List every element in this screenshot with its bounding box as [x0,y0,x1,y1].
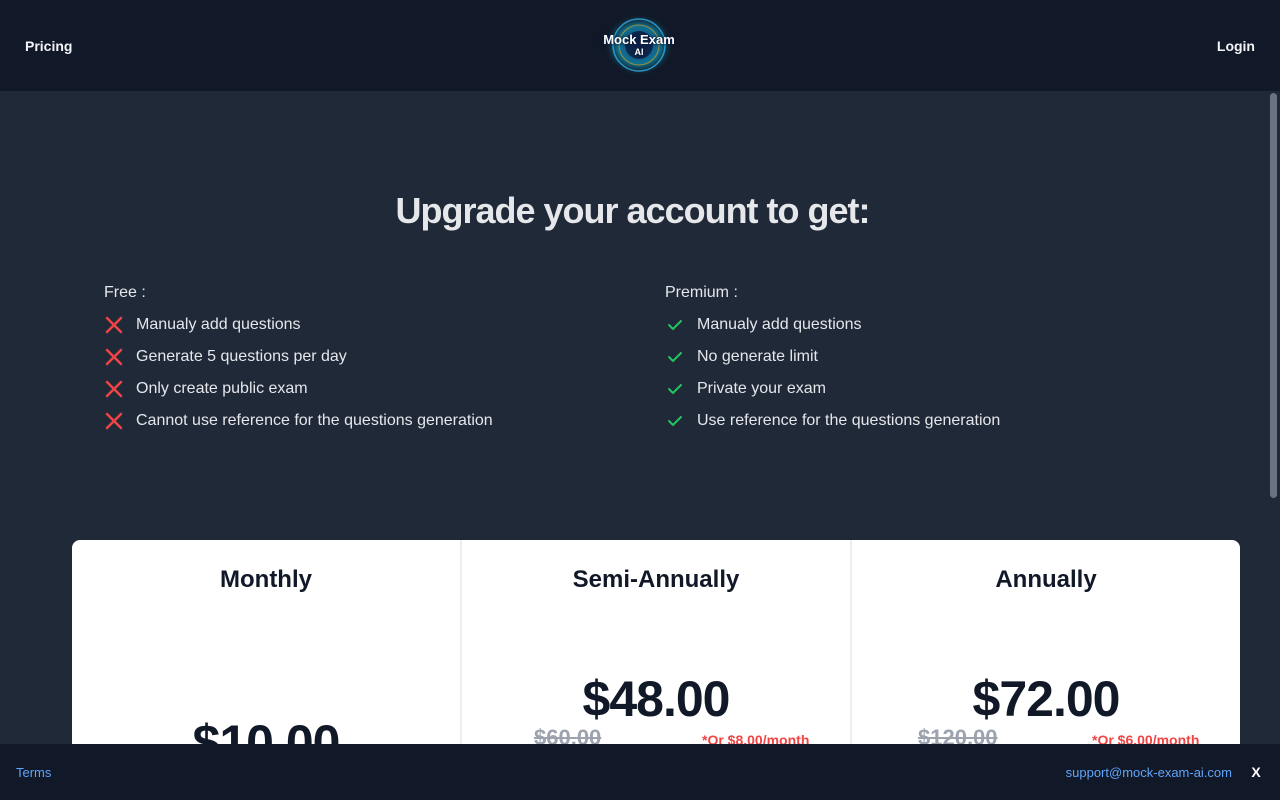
check-icon [668,320,682,330]
cross-icon [105,348,123,366]
free-heading: Free : [104,284,146,301]
support-email-link[interactable]: support@mock-exam-ai.com [1066,765,1232,780]
plan-price: $48.00 [582,671,731,727]
scrollbar-thumb[interactable] [1270,93,1277,498]
feature-label: Cannot use reference for the questions g… [136,412,493,429]
feature-label: Manualy add questions [136,316,301,333]
list-item: Manualy add questions [104,309,493,341]
logo-title: Mock Exam [603,32,675,47]
premium-features-list: Premium : Manualy add questions No gener… [665,283,1000,437]
feature-label: No generate limit [697,348,818,365]
page-title: Upgrade your account to get: [395,190,870,231]
premium-heading: Premium : [665,284,738,301]
logo-subtitle: AI [634,47,644,57]
mock-exam-ai-logo[interactable]: Mock Exam AI [600,12,678,78]
close-footer-button[interactable]: X [1248,764,1264,780]
list-item: Private your exam [665,373,1000,405]
cross-icon [105,412,123,430]
check-icon [668,352,682,362]
check-icon [668,416,682,426]
check-icon [668,384,682,394]
login-link[interactable]: Login [1217,38,1255,54]
pricing-link[interactable]: Pricing [25,38,72,54]
free-features-list: Free : Manualy add questions Generate 5 … [104,283,493,437]
cross-icon [105,316,123,334]
feature-label: Generate 5 questions per day [136,348,347,365]
terms-link[interactable]: Terms [16,765,51,780]
feature-label: Only create public exam [136,380,308,397]
feature-label: Private your exam [697,380,826,397]
cross-icon [105,380,123,398]
plan-name: Semi-Annually [572,566,740,593]
list-item: No generate limit [665,341,1000,373]
plan-name: Annually [995,566,1097,593]
feature-label: Manualy add questions [697,316,862,333]
feature-label: Use reference for the questions generati… [697,412,1001,429]
plan-price: $72.00 [972,671,1121,727]
list-item: Generate 5 questions per day [104,341,493,373]
list-item: Manualy add questions [665,309,1000,341]
plan-name: Monthly [220,566,312,593]
footer-bar: Terms support@mock-exam-ai.com X [0,744,1280,800]
list-item: Cannot use reference for the questions g… [104,405,493,437]
list-item: Use reference for the questions generati… [665,405,1000,437]
list-item: Only create public exam [104,373,493,405]
